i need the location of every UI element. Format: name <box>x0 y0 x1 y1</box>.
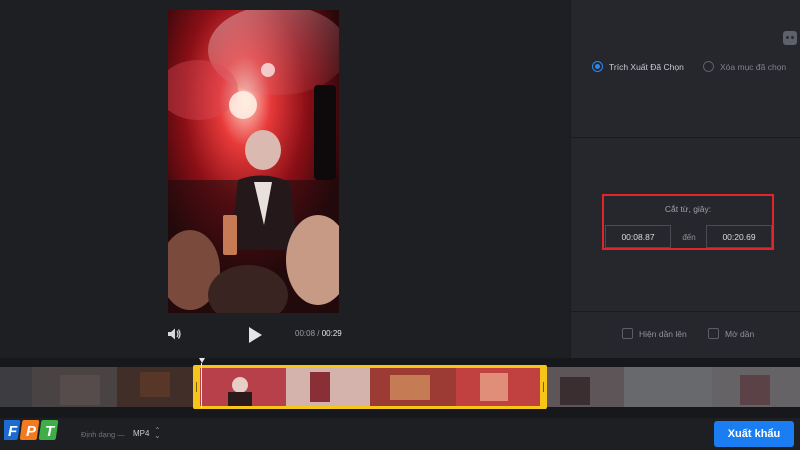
cut-start-input[interactable] <box>605 225 671 248</box>
checkbox-box <box>708 328 719 339</box>
cut-to-label: đến <box>682 233 696 242</box>
cut-end-input[interactable] <box>706 225 772 248</box>
bottom-bar: F P T Định dạng — MP4 ⌃ ⌄ Xuất khẩu <box>0 418 800 450</box>
video-preview[interactable] <box>168 10 339 313</box>
fade-out-checkbox[interactable]: Mờ dần <box>708 328 754 339</box>
svg-text:P: P <box>26 423 37 440</box>
cut-range-box: Cắt từ, giây: đến <box>602 194 774 250</box>
current-time: 00:08 <box>295 329 316 338</box>
timeline[interactable] <box>0 358 800 418</box>
radio-dot-icon <box>592 61 603 72</box>
fade-options: Hiện dần lên Mờ dần <box>571 328 800 342</box>
unselected-region-right <box>546 367 800 407</box>
selection-range[interactable] <box>194 365 546 409</box>
fade-in-checkbox[interactable]: Hiện dần lên <box>622 328 687 339</box>
format-label: Định dạng — <box>81 430 125 439</box>
video-frame-image <box>168 10 339 313</box>
settings-panel: Trích Xuất Đã Chọn Xóa mục đã chọn Cắt t… <box>570 0 800 358</box>
playhead-marker-icon <box>199 358 205 363</box>
selection-end-handle[interactable] <box>540 365 547 409</box>
gamepad-icon[interactable] <box>783 31 797 45</box>
unselected-region-left <box>0 367 194 407</box>
format-select[interactable]: MP4 <box>133 429 149 438</box>
radio-extract-label: Trích Xuất Đã Chọn <box>609 61 684 72</box>
total-time: 00:29 <box>321 329 342 338</box>
playhead-line <box>201 363 202 408</box>
fpt-logo: F P T <box>0 416 62 442</box>
radio-delete-label: Xóa mục đã chọn <box>720 61 787 72</box>
fade-in-label: Hiện dần lên <box>639 328 687 339</box>
svg-text:F: F <box>8 423 18 440</box>
mode-radio-group: Trích Xuất Đã Chọn Xóa mục đã chọn <box>571 61 800 75</box>
export-button[interactable]: Xuất khẩu <box>714 421 794 447</box>
player-controls: 00:08 / 00:29 <box>0 324 570 346</box>
panel-divider <box>571 311 800 312</box>
player-area: 00:08 / 00:29 <box>0 0 570 358</box>
radio-dot-icon <box>703 61 714 72</box>
time-separator: / <box>317 329 320 338</box>
time-readout: 00:08 / 00:29 <box>295 329 342 338</box>
checkbox-box <box>622 328 633 339</box>
fade-out-label: Mờ dần <box>725 328 755 339</box>
radio-delete-selected[interactable]: Xóa mục đã chọn <box>703 61 786 72</box>
speaker-icon[interactable] <box>166 326 182 342</box>
chevron-updown-icon[interactable]: ⌃ ⌄ <box>154 427 161 440</box>
play-icon[interactable] <box>246 325 264 345</box>
radio-extract-selected[interactable]: Trích Xuất Đã Chọn <box>592 61 684 72</box>
video-cutter-app: 00:08 / 00:29 Trích Xuất Đã Chọn Xóa mục… <box>0 0 800 450</box>
playhead[interactable] <box>199 358 205 408</box>
panel-divider <box>571 137 800 138</box>
cut-range-title: Cắt từ, giây: <box>664 204 712 214</box>
